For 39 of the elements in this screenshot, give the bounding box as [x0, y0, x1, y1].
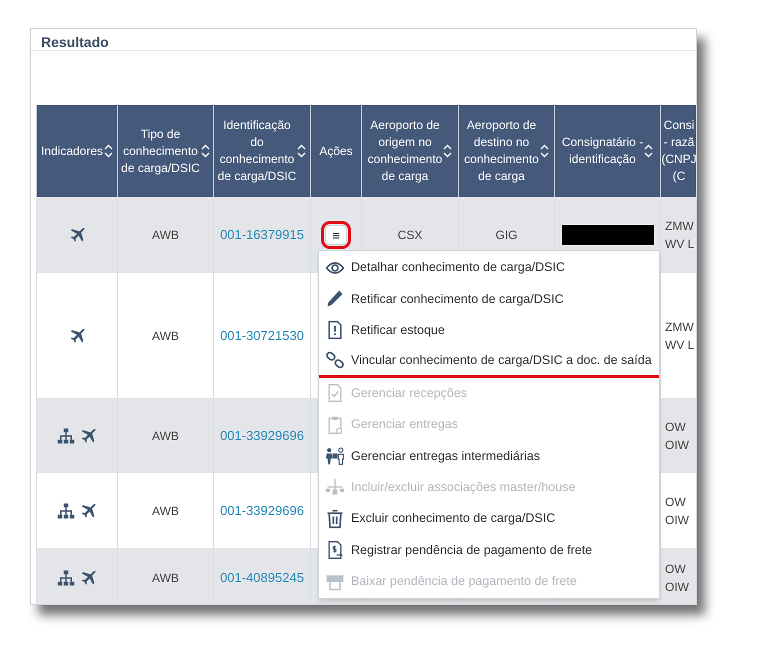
table-cell-text: OW OIW	[664, 561, 690, 596]
sort-icon[interactable]	[104, 144, 114, 158]
menu-item[interactable]: Retificar conhecimento de carga/DSIC	[319, 283, 659, 315]
table-cell: GIG	[495, 228, 518, 242]
sort-icon[interactable]	[443, 144, 452, 158]
table-cell-text: OW OIW	[664, 418, 690, 454]
menu-item[interactable]: Excluir conhecimento de carga/DSIC	[319, 503, 659, 535]
sort-icon[interactable]	[540, 144, 549, 158]
sort-icon[interactable]	[644, 144, 654, 158]
table-cell-text: OW OIW	[664, 494, 690, 528]
table-cell-text: ZMW WV L	[664, 218, 696, 253]
table-cell: AWB	[152, 571, 179, 585]
sort-icon[interactable]	[200, 144, 210, 158]
hierarchy-icon	[56, 426, 74, 444]
column-header: Ações	[319, 142, 353, 160]
menu-item[interactable]: Gerenciar entregas intermediárias	[319, 440, 659, 472]
menu-item[interactable]: Vincular conhecimento de carga/DSIC a doc. de saída	[319, 346, 659, 378]
link-icon	[325, 350, 345, 370]
id-link[interactable]: 001-33929696	[220, 502, 304, 518]
table-cell-text: ZMW WV L	[664, 318, 696, 354]
table-cell: AWB	[152, 228, 179, 242]
table-cell: AWB	[152, 428, 179, 442]
menu-item[interactable]: Detalhar conhecimento de carga/DSIC	[319, 252, 659, 284]
table-cell: AWB	[152, 328, 179, 342]
menu-item[interactable]: Retificar estoque	[319, 314, 659, 346]
pencil-icon	[325, 289, 345, 310]
hierarchy-icon	[56, 502, 74, 520]
people-icon	[325, 446, 345, 466]
column-header[interactable]: Indicadores	[40, 142, 104, 160]
table-cell: AWB	[152, 504, 179, 518]
menu-item[interactable]: Registrar pendência de pagamento de frete	[319, 534, 659, 566]
hierarchy-icon	[56, 569, 74, 587]
sort-icon[interactable]	[297, 144, 306, 158]
table-cell: CSX	[398, 228, 422, 242]
column-header: Consi - razã (CNPJ (C	[661, 117, 696, 185]
trash-icon	[325, 508, 345, 529]
hierarchy-icon	[325, 477, 345, 498]
section-title: Resultado	[41, 34, 109, 50]
id-link[interactable]: 001-30721530	[220, 328, 304, 343]
